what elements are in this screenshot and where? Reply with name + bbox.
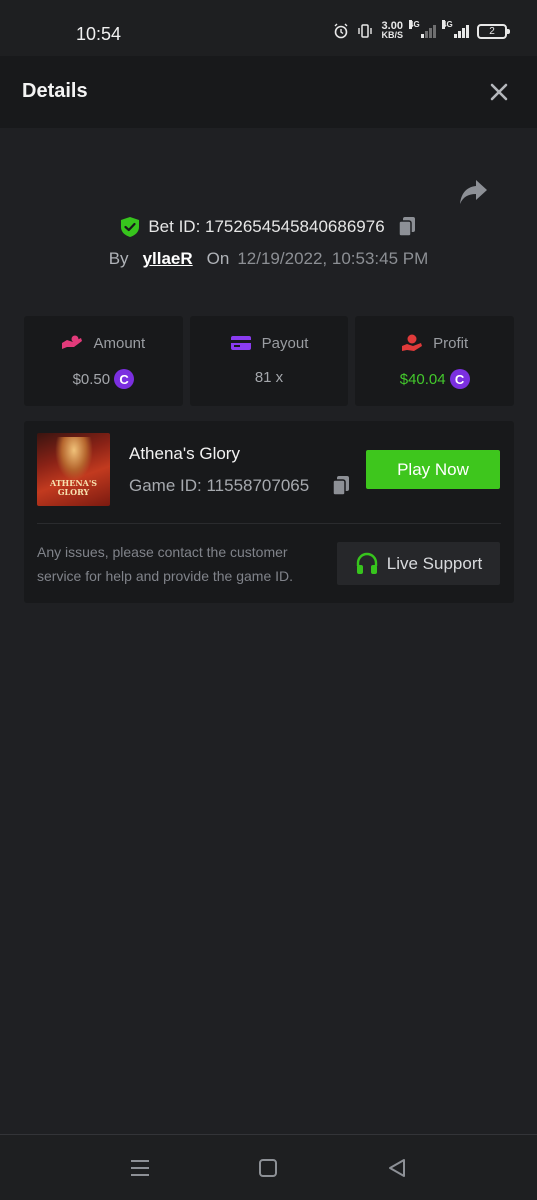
system-nav-bar — [0, 1134, 537, 1200]
status-bar: 10:54 3.00 KB/S 4G 4G 2 — [0, 0, 537, 56]
signal-icon-1: 4G — [409, 20, 436, 38]
vibrate-icon — [358, 24, 373, 38]
battery-icon: 2 — [477, 23, 510, 39]
bet-stats: Amount $0.50 C Payout 81 x Profit $40.04… — [24, 316, 515, 406]
signal-icon-2: 4G — [442, 20, 469, 38]
by-label: By — [108, 249, 129, 268]
page-title: Details — [22, 80, 88, 102]
game-thumbnail-logo: ATHENA'S GLORY — [49, 478, 98, 497]
coin-icon: C — [449, 369, 470, 389]
game-card: ATHENA'S GLORY Athena's Glory Game ID: 1… — [24, 421, 514, 603]
amount-hand-icon — [62, 335, 83, 349]
stat-profit-value: $40.04 — [399, 370, 446, 388]
copy-bet-id-icon[interactable] — [397, 216, 417, 238]
on-label: On — [206, 249, 230, 268]
menu-icon[interactable] — [128, 1157, 152, 1179]
stat-amount: Amount $0.50 C — [24, 316, 183, 406]
divider — [37, 523, 501, 524]
stat-payout-label: Payout — [261, 334, 309, 352]
athena-figure-icon — [55, 437, 93, 481]
help-text: Any issues, please contact the customer … — [37, 544, 294, 584]
back-icon[interactable] — [385, 1157, 409, 1179]
status-icons: 3.00 KB/S 4G 4G 2 — [333, 20, 510, 40]
stat-amount-label: Amount — [93, 334, 146, 352]
alarm-icon — [334, 23, 348, 39]
battery-level: 2 — [489, 25, 495, 37]
net-speed: 3.00 KB/S — [381, 21, 403, 40]
headset-icon — [356, 552, 377, 574]
copy-game-id-icon[interactable] — [331, 475, 351, 497]
play-now-button[interactable]: Play Now — [366, 450, 500, 489]
bet-datetime: 12/19/2022, 10:53:45 PM — [237, 249, 429, 268]
username-link[interactable]: yllaeR — [143, 249, 193, 269]
bet-id-row: Bet ID: 1752654545840686976 — [0, 216, 537, 238]
bet-id: Bet ID: 1752654545840686976 — [148, 217, 385, 236]
live-support-label: Live Support — [386, 553, 483, 573]
game-thumbnail[interactable]: ATHENA'S GLORY — [37, 433, 110, 506]
home-icon[interactable] — [256, 1157, 280, 1179]
network-type-2: 4G — [442, 20, 453, 29]
close-icon[interactable] — [487, 80, 511, 104]
coin-icon: C — [114, 369, 135, 389]
live-support-button[interactable]: Live Support — [337, 542, 500, 585]
net-speed-unit: KB/S — [381, 30, 403, 40]
game-name: Athena's Glory — [129, 444, 240, 463]
stat-profit-label: Profit — [433, 334, 469, 352]
bet-author-row: By yllaeR On 12/19/2022, 10:53:45 PM — [0, 249, 537, 269]
stat-amount-value: $0.50 — [72, 370, 111, 388]
stat-profit: Profit $40.04 C — [355, 316, 515, 406]
stat-payout-value: 81 x — [254, 369, 284, 386]
details-header: Details — [0, 56, 537, 128]
game-id: Game ID: 11558707065 — [129, 476, 310, 495]
stat-payout: Payout 81 x — [189, 316, 349, 406]
share-icon[interactable] — [458, 178, 488, 206]
verified-shield-icon — [121, 217, 140, 237]
profit-hand-icon — [402, 334, 423, 351]
network-type-1: 4G — [409, 20, 420, 29]
card-icon — [230, 336, 251, 350]
status-time: 10:54 — [76, 24, 122, 44]
